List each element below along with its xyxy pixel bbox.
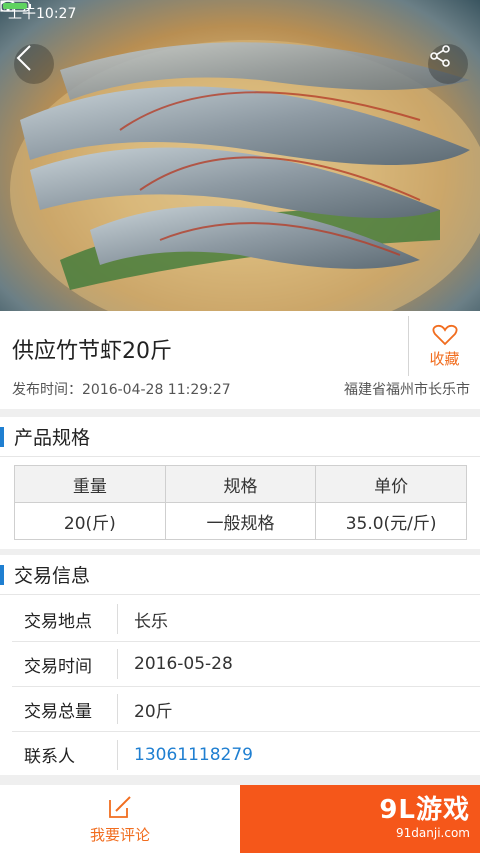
trade-row-location: 交易地点 长乐 xyxy=(12,597,480,642)
battery-icon xyxy=(0,0,31,12)
share-button[interactable] xyxy=(428,44,468,84)
trade-row-contact: 联系人 13061118279 xyxy=(12,732,480,777)
product-image[interactable]: 上午10:27 xyxy=(0,0,480,311)
shrimp-illustration xyxy=(10,40,480,311)
watermark-logo: 9L游戏 91danji.com xyxy=(379,789,470,840)
spec-cell: 35.0(元/斤) xyxy=(315,502,467,540)
section-accent-bar xyxy=(0,564,4,585)
trade-row-time: 交易时间 2016-05-28 xyxy=(12,642,480,687)
comment-button[interactable]: 我要评论 xyxy=(0,785,240,853)
chevron-left-icon xyxy=(16,45,31,71)
trade-row-quantity: 交易总量 20斤 xyxy=(12,687,480,732)
section-accent-bar xyxy=(0,426,4,447)
back-button[interactable] xyxy=(14,44,54,84)
spec-header-cell: 规格 xyxy=(164,465,317,503)
spec-cell: 20(斤) xyxy=(14,502,166,540)
favorite-label: 收藏 xyxy=(429,349,460,368)
spec-cell: 一般规格 xyxy=(164,502,317,540)
spec-section-header: 产品规格 xyxy=(0,417,480,457)
spec-table-row: 20(斤) 一般规格 35.0(元/斤) xyxy=(14,502,467,540)
trade-section: 交易信息 交易地点 长乐 交易时间 2016-05-28 交易总量 20斤 联系… xyxy=(0,555,480,775)
contact-phone-link[interactable]: 13061118279 xyxy=(118,745,253,765)
trade-section-title: 交易信息 xyxy=(14,565,91,587)
trade-value: 20斤 xyxy=(134,701,173,722)
status-bar: 上午10:27 xyxy=(0,0,480,26)
publish-time: 发布时间：2016-04-28 11:29:27 xyxy=(12,382,231,398)
favorite-button[interactable]: 收藏 xyxy=(408,316,480,376)
location: 福建省福州市长乐市 xyxy=(344,382,470,398)
share-icon xyxy=(430,45,450,67)
trade-value: 2016-05-28 xyxy=(134,654,233,674)
trade-value: 长乐 xyxy=(134,611,168,632)
spec-table-header: 重量 规格 单价 xyxy=(14,465,467,503)
spec-table: 重量 规格 单价 20(斤) 一般规格 35.0(元/斤) xyxy=(14,465,467,540)
product-header: 供应竹节虾20斤 收藏 发布时间：2016-04-28 11:29:27 福建省… xyxy=(0,311,480,409)
spec-header-cell: 单价 xyxy=(315,465,467,503)
product-meta: 发布时间：2016-04-28 11:29:27 福建省福州市长乐市 xyxy=(12,379,470,399)
heart-icon xyxy=(432,324,457,345)
comment-label: 我要评论 xyxy=(89,825,150,844)
spec-section-title: 产品规格 xyxy=(14,427,91,449)
watermark-sub: 91danji.com xyxy=(396,826,470,840)
trade-label: 联系人 xyxy=(12,739,118,770)
trade-label: 交易总量 xyxy=(12,694,118,724)
trade-label: 交易时间 xyxy=(12,649,118,679)
spec-header-cell: 重量 xyxy=(14,465,166,503)
product-title: 供应竹节虾20斤 xyxy=(12,339,172,364)
trade-section-header: 交易信息 xyxy=(0,555,480,595)
edit-icon xyxy=(109,795,131,818)
spec-section: 产品规格 重量 规格 单价 20(斤) 一般规格 35.0(元/斤) xyxy=(0,417,480,549)
trade-label: 交易地点 xyxy=(12,604,118,634)
watermark-main: 9L游戏 xyxy=(379,795,470,825)
contact-button[interactable]: 9L游戏 91danji.com xyxy=(240,785,480,853)
bottom-action-bar: 我要评论 9L游戏 91danji.com xyxy=(0,785,480,853)
